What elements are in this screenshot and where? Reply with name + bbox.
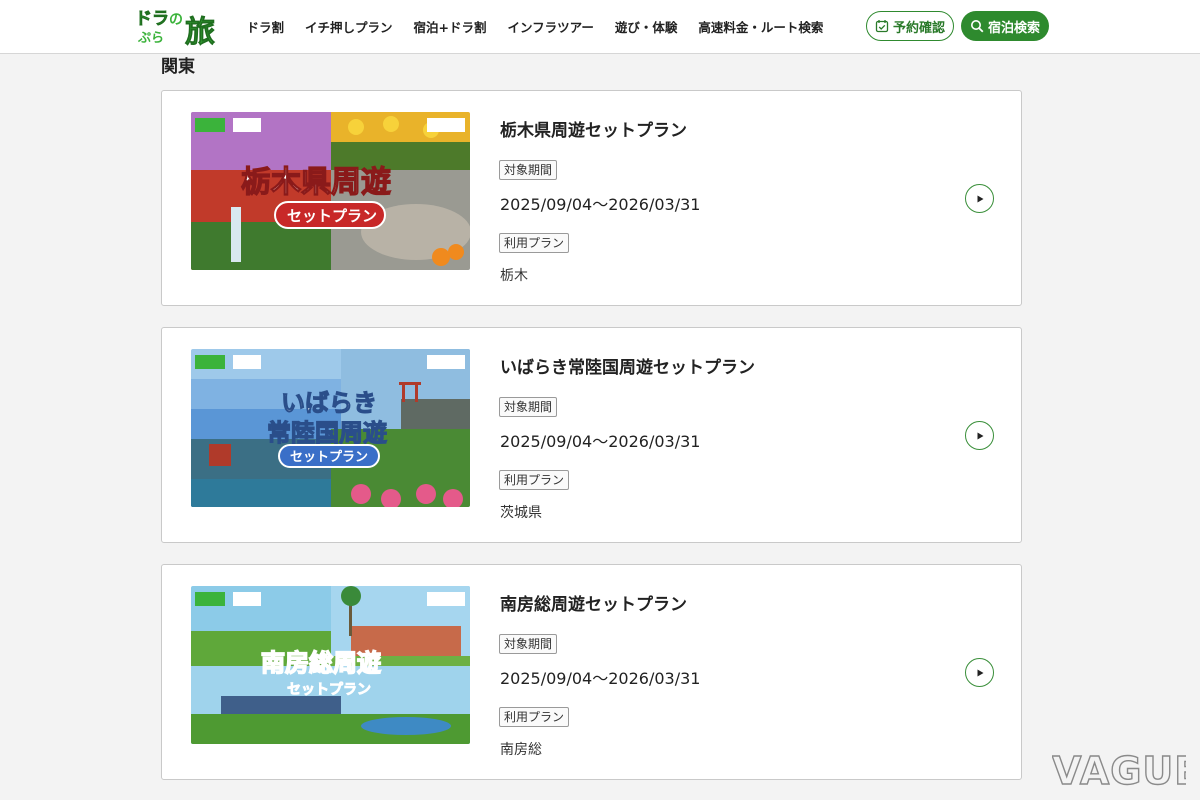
nav-item-featured-plans[interactable]: イチ押しプラン — [295, 17, 404, 36]
banner-title-line3: セットプラン — [290, 450, 368, 465]
plan-area: 南房総 — [500, 742, 542, 758]
plan-banner-image[interactable]: 南房総周遊 セットプラン — [191, 586, 470, 744]
plan-area: 栃木 — [500, 268, 528, 284]
plan-title[interactable]: 栃木県周遊セットプラン — [500, 116, 687, 141]
plan-card-tochigi[interactable]: 栃木県周遊 セットプラン 栃木県周遊セットプラン 対象期間 2025/09/04… — [161, 90, 1022, 306]
period-label-badge: 対象期間 — [499, 397, 558, 417]
plan-detail-button[interactable] — [965, 658, 994, 687]
banner-title-line1: いばらき — [281, 389, 377, 417]
banner-title-line1: 南房総周遊 — [261, 649, 381, 677]
reservation-check-button[interactable]: 予約確認 — [866, 11, 954, 41]
period-label-badge: 対象期間 — [499, 160, 558, 180]
nav-item-activities[interactable]: 遊び・体験 — [604, 17, 688, 36]
plan-detail-button[interactable] — [965, 421, 994, 450]
site-header: ドラ の ぷら 旅 ドラ割 イチ押しプラン 宿泊+ドラ割 インフラツアー 遊び・… — [0, 0, 1200, 54]
play-arrow-icon — [977, 195, 983, 202]
logo-text-tabi: 旅 — [185, 15, 215, 46]
plan-type-label-badge: 利用プラン — [499, 707, 570, 727]
logo-text-pura: ぷら — [137, 31, 164, 46]
plan-period: 2025/09/04～2026/03/31 — [500, 669, 701, 688]
stay-search-label: 宿泊検索 — [987, 20, 1040, 36]
plan-title[interactable]: 南房総周遊セットプラン — [500, 590, 687, 615]
plan-area: 茨城県 — [500, 505, 542, 521]
logo-text-dora: ドラ — [135, 9, 169, 29]
banner-title-line1: 栃木県周遊 — [241, 165, 391, 200]
nav-item-infra-tour[interactable]: インフラツアー — [497, 17, 604, 36]
search-icon — [970, 20, 984, 33]
plan-card-minamiboso[interactable]: 南房総周遊 セットプラン 南房総周遊セットプラン 対象期間 2025/09/04… — [161, 564, 1022, 780]
play-arrow-icon — [977, 432, 983, 439]
vague-watermark: VAGUE — [1051, 748, 1200, 793]
banner-title-line2: セットプラン — [287, 682, 371, 698]
plan-title[interactable]: いばらき常陸国周遊セットプラン — [500, 353, 755, 378]
reservation-check-label: 予約確認 — [892, 20, 945, 36]
main-nav: ドラ割 イチ押しプラン 宿泊+ドラ割 インフラツアー 遊び・体験 高速料金・ルー… — [236, 0, 834, 52]
nav-item-toll-route-search[interactable]: 高速料金・ルート検索 — [688, 17, 834, 36]
plan-type-label-badge: 利用プラン — [499, 233, 570, 253]
nav-item-doravari[interactable]: ドラ割 — [236, 17, 295, 36]
play-arrow-icon — [977, 669, 983, 676]
calendar-check-icon — [875, 20, 889, 33]
plan-detail-button[interactable] — [965, 184, 994, 213]
plan-period: 2025/09/04～2026/03/31 — [500, 195, 701, 214]
site-logo[interactable]: ドラ の ぷら 旅 — [133, 6, 227, 50]
plan-card-ibaraki[interactable]: いばらき 常陸国周遊 セットプラン いばらき常陸国周遊セットプラン 対象期間 2… — [161, 327, 1022, 543]
banner-title-line2: セットプラン — [287, 207, 377, 225]
banner-title-line2: 常陸国周遊 — [267, 419, 387, 447]
plan-banner-image[interactable]: 栃木県周遊 セットプラン — [191, 112, 470, 270]
period-label-badge: 対象期間 — [499, 634, 558, 654]
nav-item-stay-doravari[interactable]: 宿泊+ドラ割 — [403, 17, 497, 36]
plan-type-label-badge: 利用プラン — [499, 470, 570, 490]
plan-banner-image[interactable]: いばらき 常陸国周遊 セットプラン — [191, 349, 470, 507]
logo-text-no: の — [169, 12, 183, 28]
stay-search-button[interactable]: 宿泊検索 — [961, 11, 1049, 41]
watermark-text: VAGUE — [1052, 749, 1186, 790]
plan-period: 2025/09/04～2026/03/31 — [500, 432, 701, 451]
region-heading: 関東 — [161, 57, 195, 77]
